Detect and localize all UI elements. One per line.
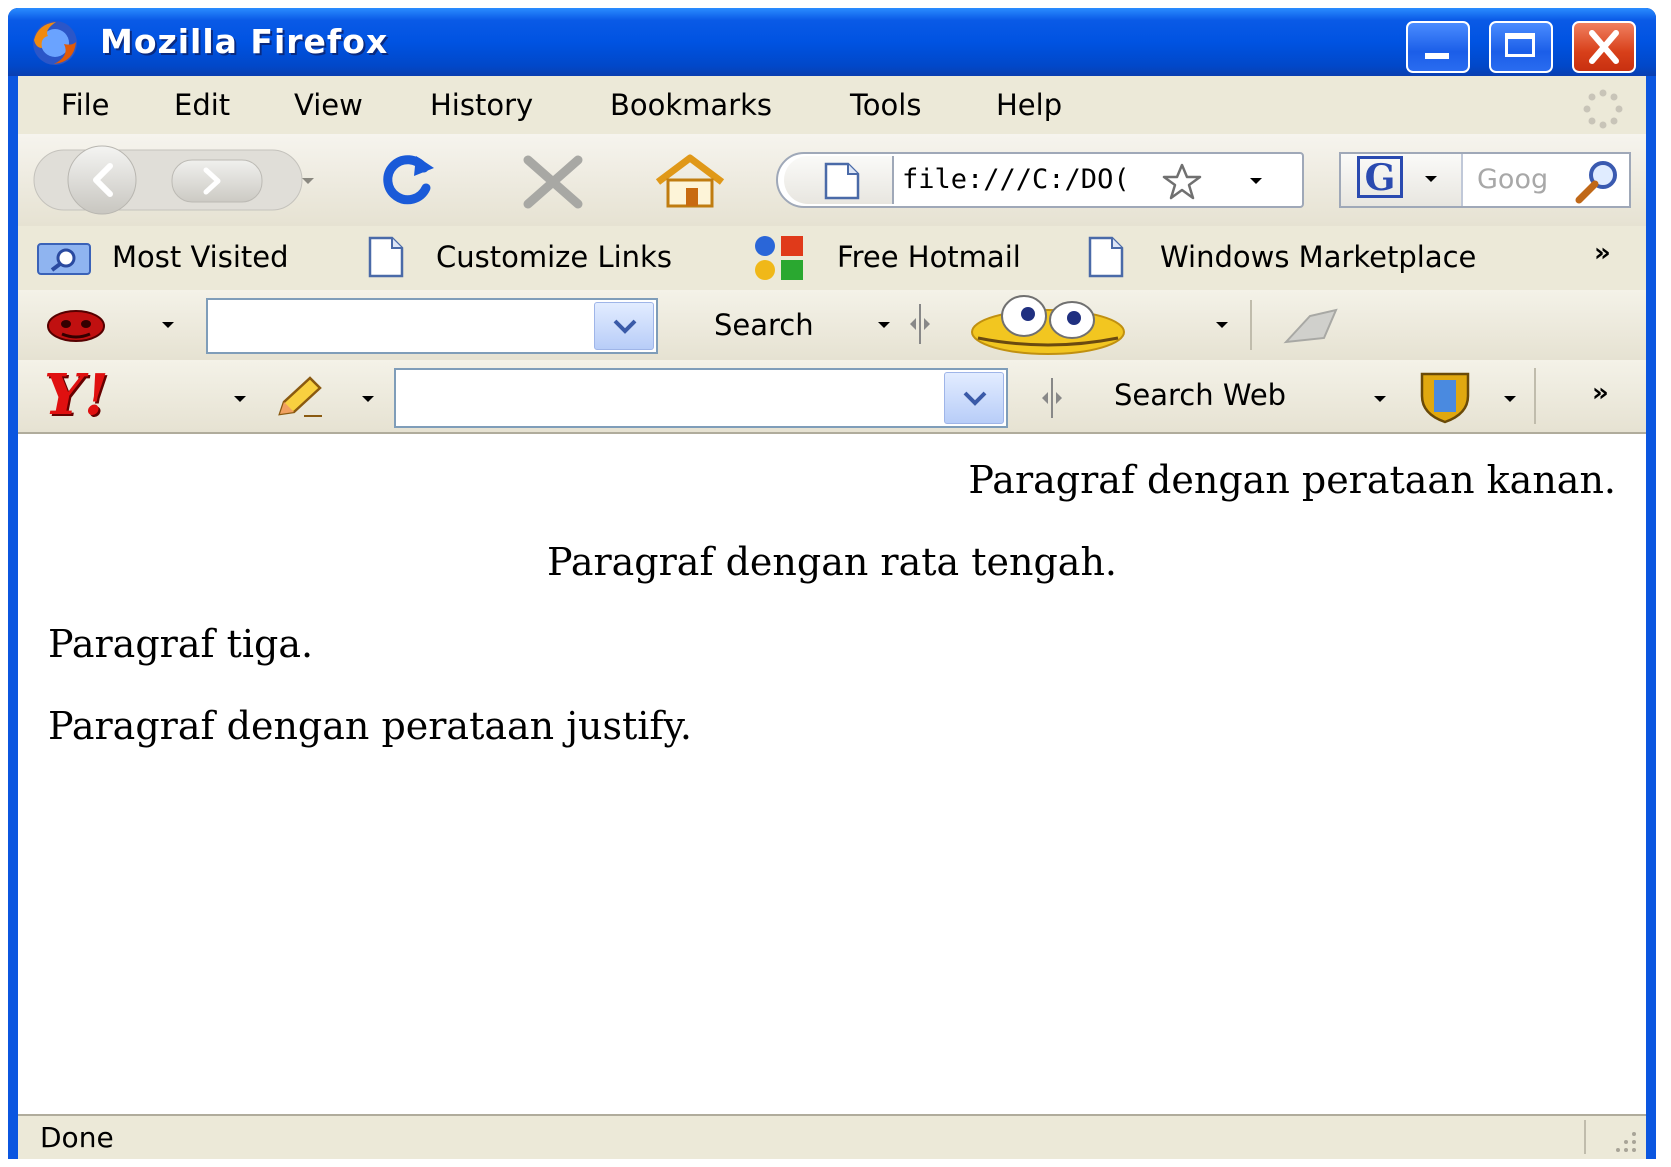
reload-icon[interactable] [376,152,440,208]
monkey-dropdown-icon[interactable] [162,322,174,328]
pencil-dropdown-icon[interactable] [362,396,374,402]
addon-toolbar: Search [18,290,1646,361]
back-icon[interactable] [86,162,122,198]
browser-window: Mozilla Firefox File Edit View History B… [8,8,1656,1159]
shield-icon[interactable] [1416,370,1474,424]
search-input[interactable]: Goog [1477,164,1548,195]
page-icon [1088,236,1124,278]
yahoo-search-dropdown[interactable] [944,372,1004,424]
menu-help[interactable]: Help [996,88,1062,122]
paragraph-right: Paragraf dengan perataan kanan. [968,458,1616,502]
back-forward-group [33,145,303,215]
bookmark-label: Customize Links [436,240,672,274]
yahoo-dropdown-icon[interactable] [234,396,246,402]
search-engine-dropdown-icon [1425,176,1437,182]
home-icon[interactable] [652,152,728,210]
monkey-icon[interactable] [44,304,108,344]
address-bar[interactable]: file:///C:/DO( [776,152,1304,208]
search-icon[interactable] [1573,158,1623,204]
search-web-dropdown-icon[interactable] [1374,396,1386,402]
yahoo-logo[interactable]: Y! [44,362,109,428]
navigation-toolbar: file:///C:/DO( G Goog [18,134,1646,227]
title-bar[interactable]: Mozilla Firefox [8,8,1656,76]
resize-grip-icon[interactable] [1612,1128,1638,1154]
firefox-icon [33,21,77,65]
star-icon[interactable] [1162,162,1202,200]
bookmark-label: Windows Marketplace [1160,240,1477,274]
menu-bar: File Edit View History Bookmarks Tools H… [18,76,1646,134]
menu-file[interactable]: File [61,88,110,122]
paragraph-left: Paragraf tiga. [48,622,314,666]
toolbar-resize-icon[interactable] [1038,376,1066,420]
maximize-button[interactable] [1489,21,1553,73]
msn-icon [755,236,803,280]
menu-tools[interactable]: Tools [850,88,921,122]
page-content: Paragraf dengan perataan kanan. Paragraf… [18,434,1646,1116]
addon-search-input[interactable] [206,298,658,354]
address-dropdown-icon[interactable] [1250,178,1262,184]
page-icon [368,236,404,278]
window-title: Mozilla Firefox [100,22,389,61]
menu-history[interactable]: History [430,88,533,122]
yahoo-search-input[interactable] [394,368,1008,428]
status-bar: Done [18,1114,1646,1159]
search-options-dropdown-icon[interactable] [878,322,890,328]
throbber-icon [1583,89,1623,129]
status-text: Done [40,1121,114,1154]
page-icon [824,162,860,200]
bookmark-label: Most Visited [112,240,289,274]
smiley-dropdown-icon[interactable] [1216,322,1228,328]
toolbar-separator [1250,300,1252,350]
addon-search-button[interactable]: Search [714,308,814,342]
bookmarks-toolbar: Most Visited Customize Links Free Hotmai… [18,226,1646,291]
toolbar-separator [1534,368,1536,424]
chevron-down-icon [613,319,637,334]
yahoo-toolbar-overflow-chevron[interactable]: » [1592,378,1609,408]
paragraph-justify: Paragraf dengan perataan justify. [48,704,692,748]
status-separator [1584,1120,1586,1154]
smiley-icon[interactable] [968,292,1128,356]
menu-bookmarks[interactable]: Bookmarks [610,88,772,122]
close-button[interactable] [1572,21,1636,73]
site-identity-button[interactable] [784,156,894,204]
yahoo-search-web-button[interactable]: Search Web [1114,378,1286,412]
forward-icon[interactable] [198,166,226,196]
shield-dropdown-icon[interactable] [1504,396,1516,402]
addon-search-dropdown[interactable] [594,302,654,350]
minimize-icon [1425,53,1449,59]
bookmarks-overflow-chevron[interactable]: » [1594,238,1611,268]
address-input[interactable]: file:///C:/DO( [902,164,1152,195]
yahoo-toolbar: Y! Search Web » [18,360,1646,434]
eraser-icon[interactable] [1280,302,1340,348]
window-client: File Edit View History Bookmarks Tools H… [18,76,1646,1159]
google-icon: G [1357,156,1403,198]
bookmark-label: Free Hotmail [837,240,1021,274]
stop-icon[interactable] [518,154,588,210]
magnifier-folder-icon [37,243,91,275]
menu-edit[interactable]: Edit [174,88,230,122]
menu-view[interactable]: View [294,88,363,122]
search-engine-button[interactable]: G [1341,154,1463,206]
minimize-button[interactable] [1406,21,1470,73]
search-bar[interactable]: G Goog [1339,152,1631,208]
paragraph-center: Paragraf dengan rata tengah. [546,540,1118,584]
toolbar-resize-icon[interactable] [906,302,934,346]
chevron-down-icon [963,391,987,406]
close-icon [1589,30,1619,64]
maximize-icon [1505,33,1535,57]
pencil-icon[interactable] [274,374,326,420]
history-dropdown-icon[interactable] [302,178,314,184]
